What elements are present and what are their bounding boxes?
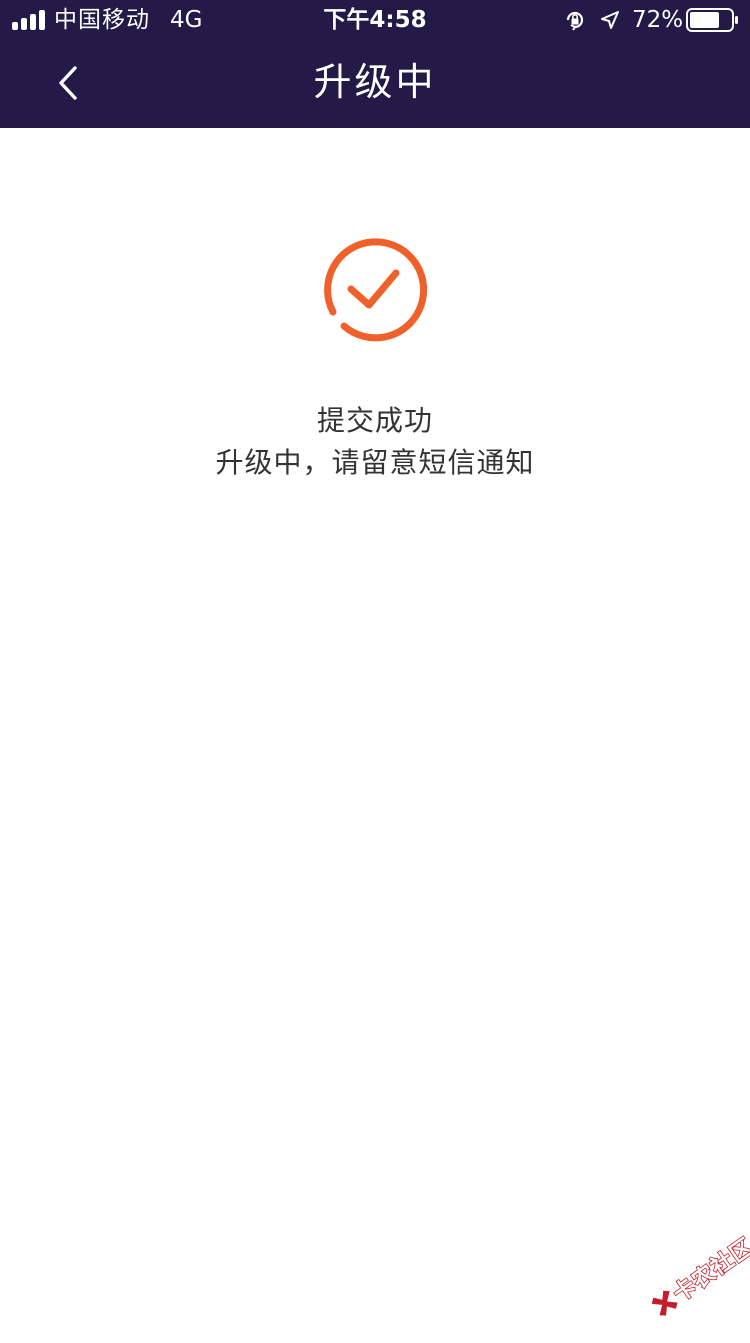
success-subtitle: 升级中，请留意短信通知 [215,446,535,479]
location-icon [601,11,619,29]
battery-icon [686,8,738,32]
status-bar: 中国移动 4G 下午4:58 72% [0,0,750,40]
orientation-lock-icon [566,11,584,31]
watermark-text: 卡农社区 [668,1233,750,1308]
app-header: 中国移动 4G 下午4:58 72% 升级中 [0,0,750,128]
nav-bar: 升级中 [0,40,750,128]
battery-percent: 72% [632,7,684,33]
success-title: 提交成功 [316,404,433,437]
check-circle-icon [324,238,428,342]
watermark: 卡农社区 [630,1217,750,1342]
page-title: 升级中 [313,60,437,104]
